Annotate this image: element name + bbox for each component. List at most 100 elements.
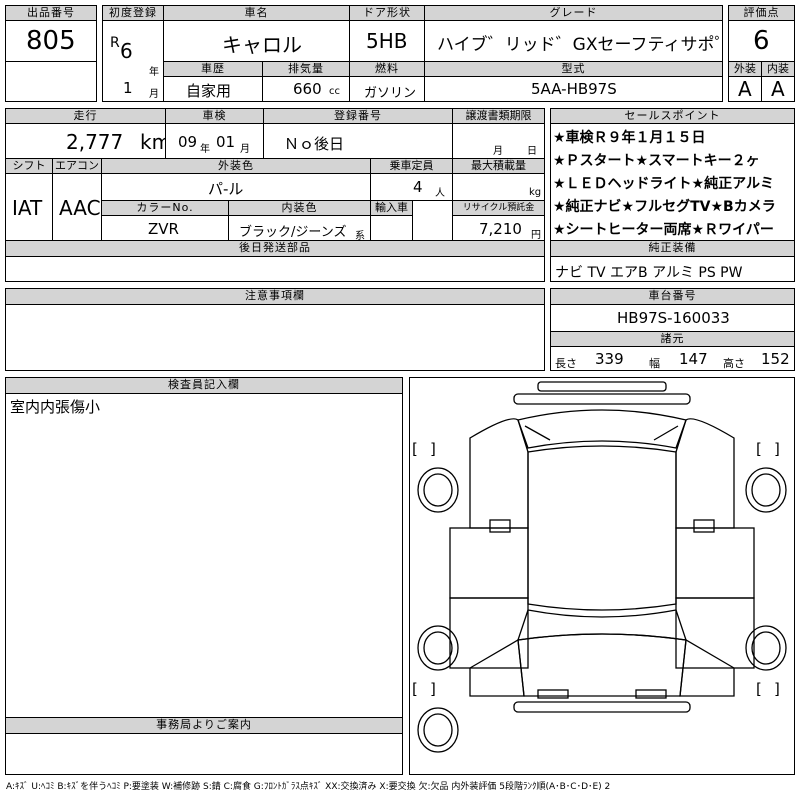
inspector-comment: 室内内張傷小 (10, 398, 101, 416)
chassis-header: 車台番号 (550, 288, 795, 305)
recycle-value: 7,210 (479, 220, 522, 238)
int-color-box: ブラック/ジーンズ 系 (228, 215, 371, 242)
inspection-year-unit: 年 (200, 144, 210, 155)
shift-header: シフト (5, 158, 53, 174)
ext-color-header: 外装色 (101, 158, 371, 174)
auction-sheet: 出品番号 805 初度登録 R 6 年 1 月 車名 キャロル ドア形状 5HB… (0, 0, 800, 800)
ac-value: AAC (59, 196, 101, 220)
length-value: 339 (595, 350, 624, 368)
transfer-docs-day-unit: 日 (527, 146, 537, 157)
car-name-header: 車名 (163, 5, 350, 21)
history-value: 自家用 (186, 82, 232, 100)
wheel-front-right-inner (751, 473, 781, 507)
model-box: 5AA-HB97S (424, 76, 723, 102)
length-label: 長さ (555, 357, 577, 370)
inspection-header: 車検 (165, 108, 264, 124)
exterior-grade-value: A (738, 77, 752, 101)
diagram-bracket-right-bottom: ] (430, 680, 436, 698)
score-header: 評価点 (728, 5, 795, 21)
int-color-value: ブラック/ジーンズ (239, 225, 347, 240)
office-header: 事務局よりご案内 (5, 717, 403, 734)
capacity-value: 4 (413, 178, 423, 196)
score-value: 6 (753, 26, 770, 56)
ext-color-value: パ-ル (208, 180, 244, 198)
sales-point-line: ★純正ナビ★フルセグTV★Bカメラ (553, 199, 776, 215)
height-label: 高さ (723, 357, 745, 370)
later-parts-header: 後日発送部品 (5, 240, 545, 257)
interior-grade-box: A (761, 76, 795, 102)
dimensions-header: 諸元 (550, 331, 795, 347)
capacity-unit: 人 (435, 188, 445, 199)
sales-point-line: ★Ｐスタート★スマートキー２ヶ (553, 153, 760, 169)
mirror-left (489, 519, 511, 533)
door-box: 5HB (349, 20, 425, 62)
door-header: ドア形状 (349, 5, 425, 21)
inspection-month-unit: 月 (240, 144, 250, 155)
diagram-bracket-right-bottom-r: ] (774, 680, 780, 698)
equipment-box: ナビ TV エアB アルミ PS PW (550, 256, 795, 282)
rear-hatch (517, 633, 687, 697)
import-box-left (370, 215, 413, 241)
front-bumper-top (537, 381, 667, 392)
ac-header: エアコン (52, 158, 102, 174)
sales-point-line: ★シートヒーター両席★Ｒワイパー (553, 222, 774, 238)
inspector-header: 検査員記入欄 (5, 377, 403, 394)
displacement-value: 660 (293, 80, 322, 98)
wheel-front-left-inner (423, 473, 453, 507)
lot-no-extra (5, 61, 97, 102)
mileage-header: 走行 (5, 108, 166, 124)
wiper-marks (524, 425, 679, 441)
diagram-bracket-right-top-r: ] (774, 440, 780, 458)
transfer-docs-header: 譲渡書類期限 (452, 108, 545, 124)
rear-lamp-left (537, 689, 569, 699)
sales-points-header: セールスポイント (550, 108, 795, 124)
rear-glass (517, 609, 687, 641)
left-front-door (449, 527, 529, 599)
displacement-header: 排気量 (262, 61, 350, 77)
car-name-value: キャロル (222, 33, 302, 57)
max-load-box: kg (452, 173, 545, 201)
inspection-month: 01 (216, 133, 236, 151)
color-no-value: ZVR (148, 220, 179, 238)
exterior-grade-box: A (728, 76, 762, 102)
width-label: 幅 (649, 357, 660, 370)
recycle-header: リサイクル預託金 (452, 200, 545, 216)
displacement-box: 660 cc (262, 76, 350, 102)
equipment-value: ナビ TV エアB アルミ PS PW (555, 265, 743, 281)
front-right-fender (675, 418, 735, 529)
model-value: 5AA-HB97S (531, 80, 617, 98)
chassis-box: HB97S-160033 (550, 304, 795, 332)
door-value: 5HB (366, 29, 408, 53)
mileage-box: 2,777 km (5, 123, 171, 159)
grade-box: ハイブ゛リッド゛GXセーフティサポ゜ート (424, 20, 765, 62)
legend-footer: A:ｷｽﾞ U:ﾍｺﾐ B:ｷｽﾞを伴うﾍｺﾐ P:要塗装 W:補修跡 S:錆 … (6, 782, 611, 792)
diagram-bracket-left-top: [ (412, 440, 418, 458)
inspection-box: 09 年 01 月 (165, 123, 264, 159)
wheel-rear-left-inner (423, 631, 453, 665)
color-no-box: ZVR (101, 215, 229, 241)
notes-header: 注意事項欄 (5, 288, 545, 305)
diagram-bracket-right-top: ] (430, 440, 436, 458)
import-header: 輸入車 (370, 200, 413, 216)
exterior-grade-header: 外装 (728, 61, 762, 77)
first-reg-year: 6 (120, 39, 133, 63)
car-outline-diagram (417, 381, 787, 753)
transfer-docs-month-unit: 月 (493, 146, 503, 157)
diagram-bracket-left-bottom-r: [ (756, 680, 762, 698)
color-no-header: カラーNo. (101, 200, 229, 216)
history-box: 自家用 (163, 76, 263, 102)
spare-wheel-inner (423, 713, 453, 747)
mileage-value: 2,777 (66, 130, 124, 154)
later-parts-box (5, 256, 545, 282)
mirror-right (693, 519, 715, 533)
fuel-box: ガソリン (349, 76, 425, 102)
windshield (517, 409, 687, 449)
rear-bumper (513, 701, 691, 713)
interior-grade-value: A (771, 77, 785, 101)
equipment-header: 純正装備 (550, 240, 795, 257)
office-box (5, 733, 403, 775)
inspection-year: 09 (178, 133, 198, 151)
notes-box (5, 304, 545, 371)
max-load-unit: kg (529, 187, 542, 198)
shift-value: IAT (12, 196, 43, 220)
